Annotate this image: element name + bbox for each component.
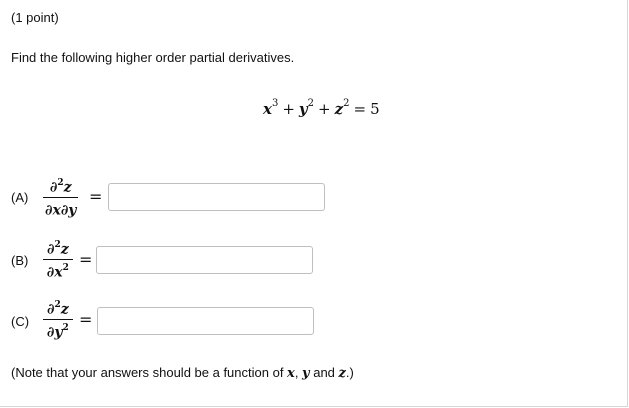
- part-b-answer-input[interactable]: [96, 246, 313, 274]
- den-text: ∂y: [46, 324, 63, 341]
- part-a-equals: =: [89, 187, 103, 206]
- note-var-x: x: [287, 366, 295, 381]
- eq-exp-z: 2: [343, 98, 350, 109]
- eq-plus-1: +: [282, 100, 295, 118]
- part-c-label: (C): [11, 314, 30, 329]
- part-b-equals: =: [79, 250, 93, 269]
- part-b-derivative: ∂2z ∂x2: [43, 238, 73, 280]
- part-a-derivative: ∂2z ∂x∂y: [43, 176, 79, 219]
- eq-exp-y: 2: [307, 98, 314, 109]
- note-prefix: (Note that your answers should be a func…: [11, 365, 288, 380]
- fraction-bar: [43, 196, 79, 198]
- part-a-denominator: ∂x∂y: [43, 199, 78, 219]
- fraction-bar: [43, 318, 73, 320]
- part-c-equals: =: [79, 310, 93, 329]
- den-text: ∂x∂y: [45, 202, 77, 219]
- den-text: ∂x: [46, 264, 63, 281]
- note-var-z: z: [338, 366, 346, 381]
- eq-equals: =: [353, 100, 367, 118]
- part-c-derivative: ∂2z ∂y2: [43, 298, 73, 340]
- num-exponent: 2: [54, 240, 61, 250]
- num-exponent: 2: [57, 178, 64, 188]
- eq-rhs: 5: [370, 100, 380, 118]
- part-c-answer-input[interactable]: [97, 307, 314, 335]
- given-equation: x3 + y2 + z2 = 5: [263, 98, 380, 118]
- num-exponent: 2: [54, 300, 61, 310]
- note-var-y: y: [302, 366, 310, 381]
- note-sep-1: ,: [294, 365, 303, 380]
- answer-note: (Note that your answers should be a func…: [11, 365, 354, 381]
- part-c-denominator: ∂y2: [45, 321, 71, 341]
- note-suffix: .): [345, 365, 354, 380]
- part-a-numerator: ∂2z: [46, 176, 76, 196]
- den-exponent: 2: [62, 262, 69, 273]
- num-variable: z: [63, 179, 72, 196]
- part-a-label: (A): [11, 190, 29, 205]
- part-c-numerator: ∂2z: [43, 298, 73, 318]
- points-label: (1 point): [11, 10, 59, 25]
- eq-plus-2: +: [318, 100, 331, 118]
- num-variable: z: [60, 301, 69, 318]
- part-b-label: (B): [11, 253, 29, 268]
- eq-var-y: y: [298, 100, 308, 118]
- problem-instruction: Find the following higher order partial …: [11, 50, 295, 65]
- part-b-denominator: ∂x2: [45, 261, 71, 281]
- fraction-bar: [43, 258, 73, 260]
- eq-var-x: x: [263, 100, 272, 118]
- den-exponent: 2: [62, 322, 69, 333]
- part-a-answer-input[interactable]: [108, 183, 325, 211]
- note-sep-2: and: [309, 365, 339, 380]
- part-b-numerator: ∂2z: [43, 238, 73, 258]
- eq-exp-x: 3: [271, 98, 279, 109]
- num-variable: z: [60, 241, 69, 258]
- eq-var-z: z: [334, 100, 344, 118]
